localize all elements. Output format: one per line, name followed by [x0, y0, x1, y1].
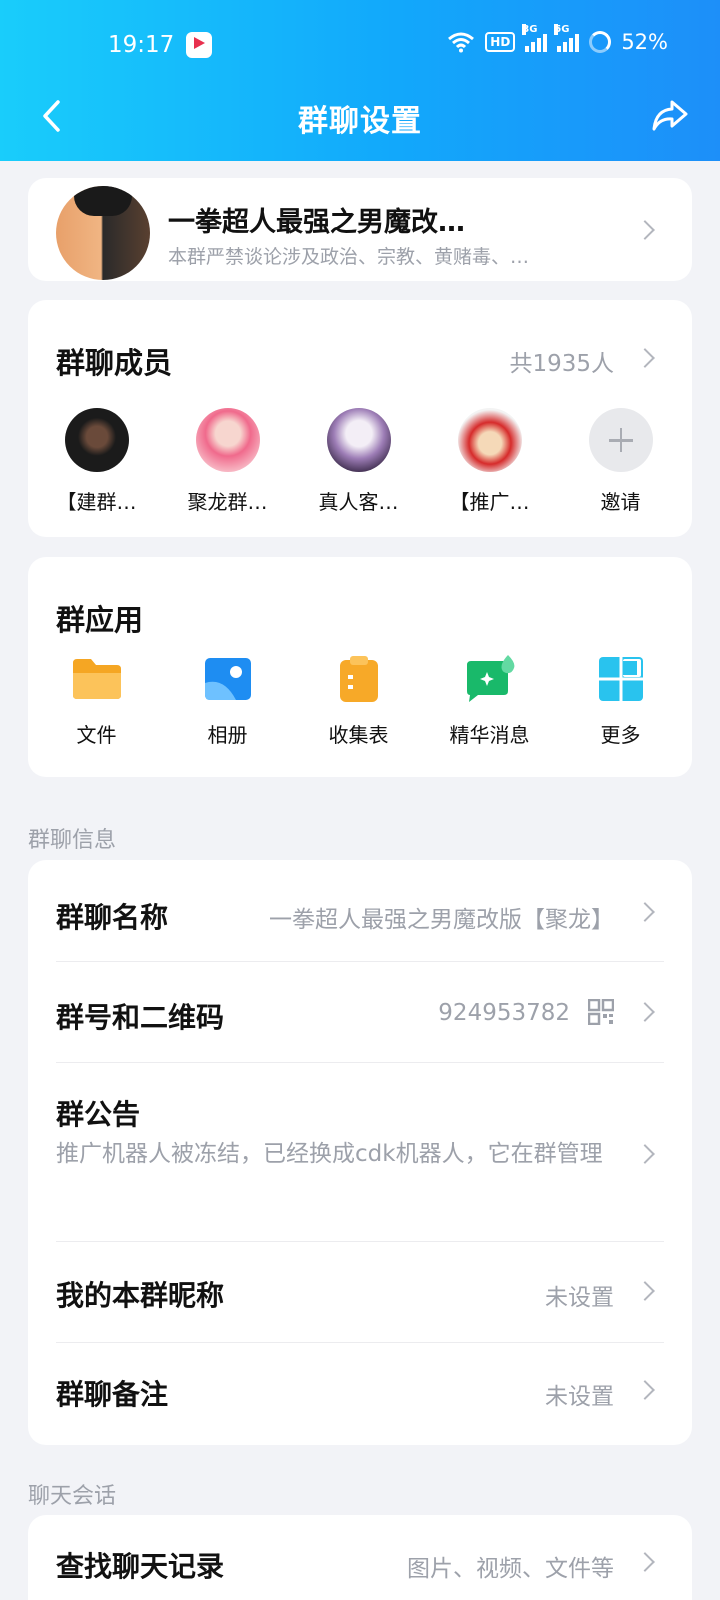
row-title: 群聊名称 [56, 901, 169, 934]
invite-button[interactable]: 邀请 [552, 408, 683, 515]
battery-percent: 52% [621, 30, 668, 54]
qrcode-icon [588, 999, 614, 1025]
app-files[interactable]: 文件 [28, 653, 159, 748]
group-remark-row[interactable]: 群聊备注 未设置 [28, 1343, 692, 1443]
member-item[interactable]: 【建群… [28, 408, 159, 515]
member-name: 聚龙群… [187, 490, 268, 514]
app-label: 收集表 [328, 723, 389, 747]
row-title: 群公告 [56, 1098, 141, 1131]
chevron-right-icon[interactable] [635, 348, 655, 368]
app-album[interactable]: 相册 [159, 653, 290, 748]
invite-label: 邀请 [600, 490, 641, 514]
member-name: 真人客… [318, 490, 399, 514]
wifi-icon [448, 32, 475, 53]
avatar [326, 408, 391, 472]
app-collect-form[interactable]: 收集表 [290, 653, 421, 748]
group-id-value: 924953782 [438, 1000, 570, 1026]
my-nickname-row[interactable]: 我的本群昵称 未设置 [28, 1242, 692, 1342]
signal-3g-icon: 3G [522, 24, 548, 52]
notice-text: 推广机器人被冻结，已经换成cdk机器人，它在群管理 [56, 1141, 603, 1167]
chevron-right-icon [635, 1380, 655, 1400]
app-label: 文件 [76, 723, 117, 747]
page-title: 群聊设置 [298, 104, 422, 139]
row-title: 我的本群昵称 [56, 1279, 225, 1312]
row-title: 查找聊天记录 [56, 1550, 225, 1583]
highlight-message-icon [466, 655, 514, 702]
battery-icon [589, 31, 612, 53]
apps-title: 群应用 [56, 603, 144, 637]
app-label: 相册 [207, 723, 248, 747]
grid-icon [598, 657, 643, 701]
youku-icon [186, 32, 212, 58]
member-list: 【建群… 聚龙群… 真人客… 【推广… 邀请 [28, 408, 692, 515]
row-value: 一拳超人最强之男魔改版【聚龙】 [269, 907, 614, 933]
avatar [195, 408, 260, 472]
group-name: 一拳超人最强之男魔改… [168, 207, 465, 238]
avatar [64, 408, 129, 472]
members-card: 群聊成员 共1935人 【建群… 聚龙群… 真人客… 【推广… 邀请 [28, 300, 692, 537]
app-more[interactable]: 更多 [552, 653, 683, 748]
chevron-right-icon [635, 1002, 655, 1022]
group-description: 本群严禁谈论涉及政治、宗教、黄赌毒、… [168, 246, 530, 268]
chevron-right-icon [635, 220, 655, 240]
row-value: 未设置 [545, 1384, 614, 1410]
group-name-row[interactable]: 群聊名称 一拳超人最强之男魔改版【聚龙】 [28, 860, 692, 961]
avatar [457, 408, 522, 472]
row-title: 群号和二维码 [56, 1001, 225, 1034]
clipboard-icon [339, 656, 378, 702]
album-icon [204, 658, 251, 700]
member-item[interactable]: 【推广… [421, 408, 552, 515]
members-title: 群聊成员 [56, 346, 173, 380]
plus-icon [588, 408, 653, 472]
folder-icon [72, 659, 121, 699]
row-title: 群聊备注 [56, 1378, 169, 1411]
member-item[interactable]: 真人客… [290, 408, 421, 515]
app-label: 精华消息 [449, 723, 530, 747]
member-count[interactable]: 共1935人 [509, 344, 614, 378]
chevron-right-icon [635, 902, 655, 922]
group-avatar [56, 186, 150, 280]
app-highlight-messages[interactable]: 精华消息 [421, 653, 552, 748]
member-item[interactable]: 聚龙群… [159, 408, 290, 515]
signal-5g-icon: 5G [554, 24, 580, 52]
search-chat-history-row[interactable]: 查找聊天记录 图片、视频、文件等 [28, 1515, 692, 1600]
header-bar: 19:17 HD 3G 5G 52% 群聊设置 [0, 0, 720, 161]
section-label-group-info: 群聊信息 [28, 828, 117, 853]
hd-badge: HD [485, 32, 516, 52]
section-label-chat: 聊天会话 [28, 1484, 117, 1509]
chevron-right-icon [635, 1144, 655, 1164]
share-icon[interactable] [648, 96, 692, 136]
row-value: 未设置 [545, 1285, 614, 1311]
chat-card: 查找聊天记录 图片、视频、文件等 [28, 1515, 692, 1600]
app-list: 文件 相册 收集表 精华消息 更多 [28, 653, 692, 748]
status-time: 19:17 [108, 32, 175, 58]
group-profile-card[interactable]: 一拳超人最强之男魔改… 本群严禁谈论涉及政治、宗教、黄赌毒、… [28, 178, 692, 281]
group-apps-card: 群应用 文件 相册 收集表 精华消息 更多 [28, 557, 692, 777]
member-name: 【推广… [449, 490, 530, 514]
app-label: 更多 [600, 723, 641, 747]
member-name: 【建群… [56, 490, 137, 514]
group-info-card: 群聊名称 一拳超人最强之男魔改版【聚龙】 群号和二维码 924953782 群公… [28, 860, 692, 1445]
chevron-right-icon [635, 1552, 655, 1572]
group-id-qrcode-row[interactable]: 群号和二维码 924953782 [28, 962, 692, 1062]
group-notice-row[interactable]: 群公告 推广机器人被冻结，已经换成cdk机器人，它在群管理 [28, 1063, 692, 1241]
status-indicators: HD 3G 5G 52% [447, 24, 668, 54]
row-value: 图片、视频、文件等 [407, 1556, 614, 1582]
chevron-right-icon [635, 1281, 655, 1301]
